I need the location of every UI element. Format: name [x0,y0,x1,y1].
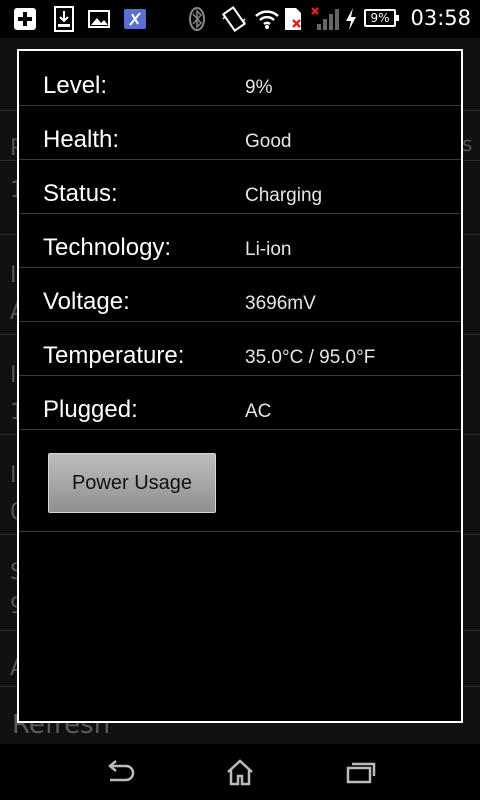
back-icon[interactable] [100,756,140,788]
info-value: Li-ion [245,239,292,260]
clock: 03:58 [410,6,471,30]
app-icon [124,9,146,29]
recent-apps-icon[interactable] [340,756,380,788]
info-value: Charging [245,185,323,206]
bg-text: I [10,463,17,488]
info-label: Health: [43,126,120,153]
bg-text: s [462,132,473,156]
info-value: 9% [245,77,273,98]
navigation-bar [0,744,480,800]
wifi-icon [255,10,279,29]
info-row-technology: Technology: Li-ion [19,213,461,268]
info-value: Good [245,131,292,152]
download-icon [54,6,74,32]
info-label: Status: [43,180,118,207]
bluetooth-icon [189,7,205,31]
bg-text: I [10,363,17,388]
info-label: Voltage: [43,288,130,315]
info-row-level: Level: 9% [19,51,461,106]
info-label: Temperature: [43,342,185,369]
info-row-health: Health: Good [19,105,461,160]
info-row-voltage: Voltage: 3696mV [19,267,461,322]
signal-icon [311,7,339,30]
battery-info-dialog: Level: 9% Health: Good Status: Charging … [17,49,463,723]
image-icon [88,10,110,28]
info-row-temperature: Temperature: 35.0°C / 95.0°F [19,321,461,376]
info-value: AC [245,401,272,422]
add-icon [14,8,36,30]
info-label: Technology: [43,234,172,261]
sim-error-icon [285,8,301,30]
battery-percent: 9% [370,11,390,25]
vibrate-icon [221,6,247,32]
status-bar: 9% 03:58 [0,0,480,38]
info-row-plugged: Plugged: AC [19,375,461,430]
info-value: 35.0°C / 95.0°F [245,347,376,368]
info-value: 3696mV [245,293,316,314]
home-icon[interactable] [220,756,260,788]
bg-text: I [10,263,17,288]
info-label: Level: [43,72,108,99]
divider [19,531,461,532]
charging-icon [346,8,356,30]
info-label: Plugged: [43,396,138,423]
battery-icon: 9% [364,9,399,27]
info-row-status: Status: Charging [19,159,461,214]
power-usage-button[interactable]: Power Usage [48,453,216,513]
